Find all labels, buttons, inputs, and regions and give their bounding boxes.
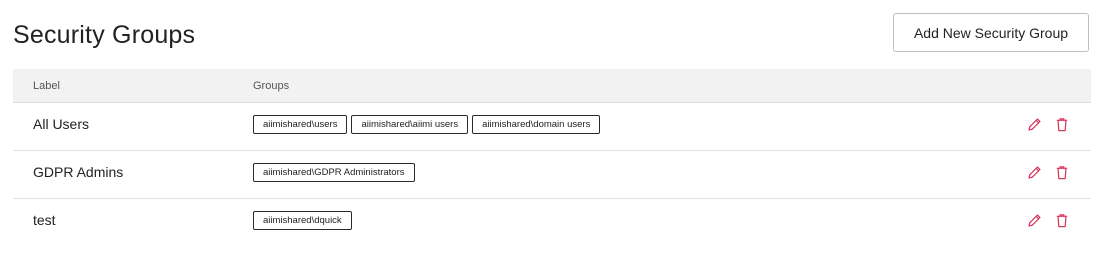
group-tag: aiimishared\GDPR Administrators bbox=[253, 163, 415, 182]
table-row: test aiimishared\dquick bbox=[13, 199, 1091, 247]
add-security-group-button[interactable]: Add New Security Group bbox=[893, 13, 1089, 52]
trash-icon[interactable] bbox=[1053, 115, 1071, 133]
security-groups-page: Security Groups Add New Security Group L… bbox=[0, 0, 1103, 255]
table-header: Label Groups bbox=[13, 69, 1091, 103]
row-actions bbox=[1025, 115, 1071, 133]
row-groups: aiimishared\users aiimishared\aiimi users… bbox=[253, 115, 601, 134]
trash-icon[interactable] bbox=[1053, 211, 1071, 229]
group-tag: aiimishared\users bbox=[253, 115, 348, 134]
pencil-icon[interactable] bbox=[1025, 115, 1043, 133]
group-tag: aiimishared\dquick bbox=[253, 211, 352, 230]
security-groups-table: Label Groups All Users aiimishared\users a… bbox=[13, 69, 1091, 247]
group-tag: aiimishared\domain users bbox=[472, 115, 601, 134]
row-label: GDPR Admins bbox=[33, 164, 124, 180]
table-row: GDPR Admins aiimishared\GDPR Administrato… bbox=[13, 151, 1091, 199]
table-body: All Users aiimishared\users aiimishared\ai… bbox=[13, 103, 1091, 247]
pencil-icon[interactable] bbox=[1025, 211, 1043, 229]
row-actions bbox=[1025, 211, 1071, 229]
page-title: Security Groups bbox=[13, 21, 196, 49]
trash-icon[interactable] bbox=[1053, 163, 1071, 181]
row-label: test bbox=[33, 212, 56, 228]
group-tag: aiimishared\aiimi users bbox=[351, 115, 469, 134]
row-actions bbox=[1025, 163, 1071, 181]
row-groups: aiimishared\dquick bbox=[253, 211, 352, 230]
pencil-icon[interactable] bbox=[1025, 163, 1043, 181]
row-label: All Users bbox=[33, 116, 90, 132]
table-row: All Users aiimishared\users aiimishared\ai… bbox=[13, 103, 1091, 151]
column-header-label: Label bbox=[33, 80, 60, 92]
column-header-groups: Groups bbox=[253, 80, 290, 92]
row-groups: aiimishared\GDPR Administrators bbox=[253, 163, 415, 182]
